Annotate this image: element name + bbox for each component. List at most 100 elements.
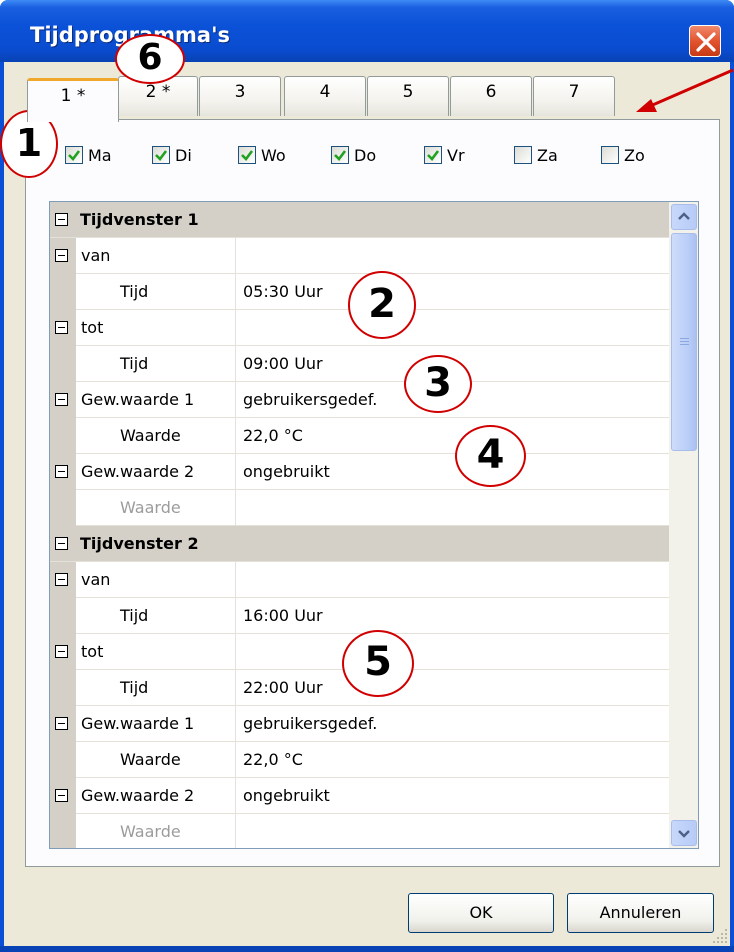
row-gutter <box>50 742 76 778</box>
callout-3: 3 <box>404 355 472 413</box>
day-label: Di <box>175 146 192 165</box>
property-label: Tijd <box>76 274 236 310</box>
property-label: Waarde <box>76 742 236 778</box>
window-frame-bottom <box>0 946 734 952</box>
checkbox-box[interactable] <box>65 146 83 164</box>
day-label: Vr <box>447 146 465 165</box>
property-value[interactable]: gebruikersgedef. <box>243 706 377 741</box>
collapse-icon[interactable] <box>55 321 68 334</box>
grid-row[interactable]: Waarde <box>50 814 670 848</box>
collapse-icon[interactable] <box>55 645 68 658</box>
grid-row[interactable]: Waarde <box>50 490 670 526</box>
callout-2: 2 <box>348 271 416 339</box>
grid-row[interactable]: van <box>50 562 670 598</box>
property-value[interactable]: 22,0 °C <box>243 742 303 777</box>
checkbox-box[interactable] <box>238 146 256 164</box>
collapse-icon[interactable] <box>55 789 68 802</box>
property-value[interactable]: ongebruikt <box>243 454 330 489</box>
property-label: Waarde <box>76 490 236 526</box>
callout-4: 4 <box>455 425 526 487</box>
property-value[interactable]: 05:30 Uur <box>243 274 323 309</box>
property-value[interactable]: 22,0 °C <box>243 418 303 453</box>
checkmark-icon <box>68 150 81 161</box>
grid-row[interactable]: Gew.waarde 1 gebruikersgedef. <box>50 706 670 742</box>
property-label: Tijd <box>76 346 236 382</box>
row-gutter <box>50 778 76 814</box>
property-label: van <box>76 562 236 598</box>
grid-row[interactable]: Waarde 22,0 °C <box>50 742 670 778</box>
collapse-icon[interactable] <box>55 249 68 262</box>
property-label: tot <box>76 634 236 670</box>
property-value[interactable]: ongebruikt <box>243 778 330 813</box>
grid-category-row[interactable]: Tijdvenster 1 <box>50 202 670 238</box>
scroll-thumb[interactable] <box>671 233 697 451</box>
checkbox-box[interactable] <box>601 146 619 164</box>
row-gutter <box>50 274 76 310</box>
scroll-up-button[interactable] <box>671 204 697 230</box>
thumb-grip <box>680 341 689 342</box>
row-gutter <box>50 598 76 634</box>
tab-1[interactable]: 1 * <box>27 78 119 122</box>
category-label: Tijdvenster 2 <box>80 534 199 553</box>
grid-row[interactable]: van <box>50 238 670 274</box>
collapse-icon[interactable] <box>55 537 68 550</box>
category-label: Tijdvenster 1 <box>80 210 199 229</box>
day-label: Do <box>354 146 377 165</box>
property-label: Gew.waarde 1 <box>76 382 236 418</box>
grid-row[interactable]: Tijd 09:00 Uur <box>50 346 670 382</box>
grid-row[interactable]: Tijd 16:00 Uur <box>50 598 670 634</box>
grid-category-row[interactable]: Tijdvenster 2 <box>50 526 670 562</box>
scroll-down-button[interactable] <box>671 820 697 846</box>
chevron-down-icon <box>678 830 690 838</box>
collapse-icon[interactable] <box>55 717 68 730</box>
property-label: Gew.waarde 2 <box>76 454 236 490</box>
grid-row[interactable]: Gew.waarde 2 ongebruikt <box>50 454 670 490</box>
day-label: Za <box>537 146 558 165</box>
ok-button[interactable]: OK <box>408 893 554 933</box>
property-value[interactable]: 22:00 Uur <box>243 670 323 705</box>
thumb-grip <box>680 338 689 339</box>
row-gutter <box>50 418 76 454</box>
row-gutter <box>50 310 76 346</box>
property-label: van <box>76 238 236 274</box>
property-label: Waarde <box>76 814 236 848</box>
collapse-icon[interactable] <box>55 465 68 478</box>
collapse-icon[interactable] <box>55 213 68 226</box>
row-gutter <box>50 814 76 848</box>
property-label: Waarde <box>76 418 236 454</box>
grid-row[interactable]: Gew.waarde 1 gebruikersgedef. <box>50 382 670 418</box>
cancel-button[interactable]: Annuleren <box>567 893 714 933</box>
row-gutter <box>50 706 76 742</box>
day-label: Zo <box>624 146 645 165</box>
day-label: Ma <box>88 146 112 165</box>
checkmark-icon <box>241 150 254 161</box>
vertical-scrollbar[interactable] <box>669 202 698 848</box>
checkbox-box[interactable] <box>424 146 442 164</box>
property-label: tot <box>76 310 236 346</box>
property-value[interactable]: 09:00 Uur <box>243 346 323 381</box>
property-label: Gew.waarde 2 <box>76 778 236 814</box>
collapse-icon[interactable] <box>55 573 68 586</box>
row-gutter <box>50 346 76 382</box>
row-gutter <box>50 634 76 670</box>
checkbox-box[interactable] <box>331 146 349 164</box>
day-label: Wo <box>261 146 286 165</box>
callout-6: 6 <box>115 34 185 84</box>
checkbox-box[interactable] <box>514 146 532 164</box>
property-value[interactable]: gebruikersgedef. <box>243 382 377 417</box>
grid-row[interactable]: Waarde 22,0 °C <box>50 418 670 454</box>
chevron-up-icon <box>678 212 690 220</box>
callout-5: 5 <box>342 630 414 697</box>
row-gutter <box>50 382 76 418</box>
checkmark-icon <box>155 150 168 161</box>
checkbox-box[interactable] <box>152 146 170 164</box>
checkmark-icon <box>427 150 440 161</box>
property-value[interactable]: 16:00 Uur <box>243 598 323 633</box>
row-gutter <box>50 454 76 490</box>
tab-label: 1 * <box>60 86 86 106</box>
property-label: Tijd <box>76 670 236 706</box>
resize-grip-icon[interactable] <box>708 924 730 946</box>
collapse-icon[interactable] <box>55 393 68 406</box>
grid-row[interactable]: Gew.waarde 2 ongebruikt <box>50 778 670 814</box>
row-gutter <box>50 562 76 598</box>
